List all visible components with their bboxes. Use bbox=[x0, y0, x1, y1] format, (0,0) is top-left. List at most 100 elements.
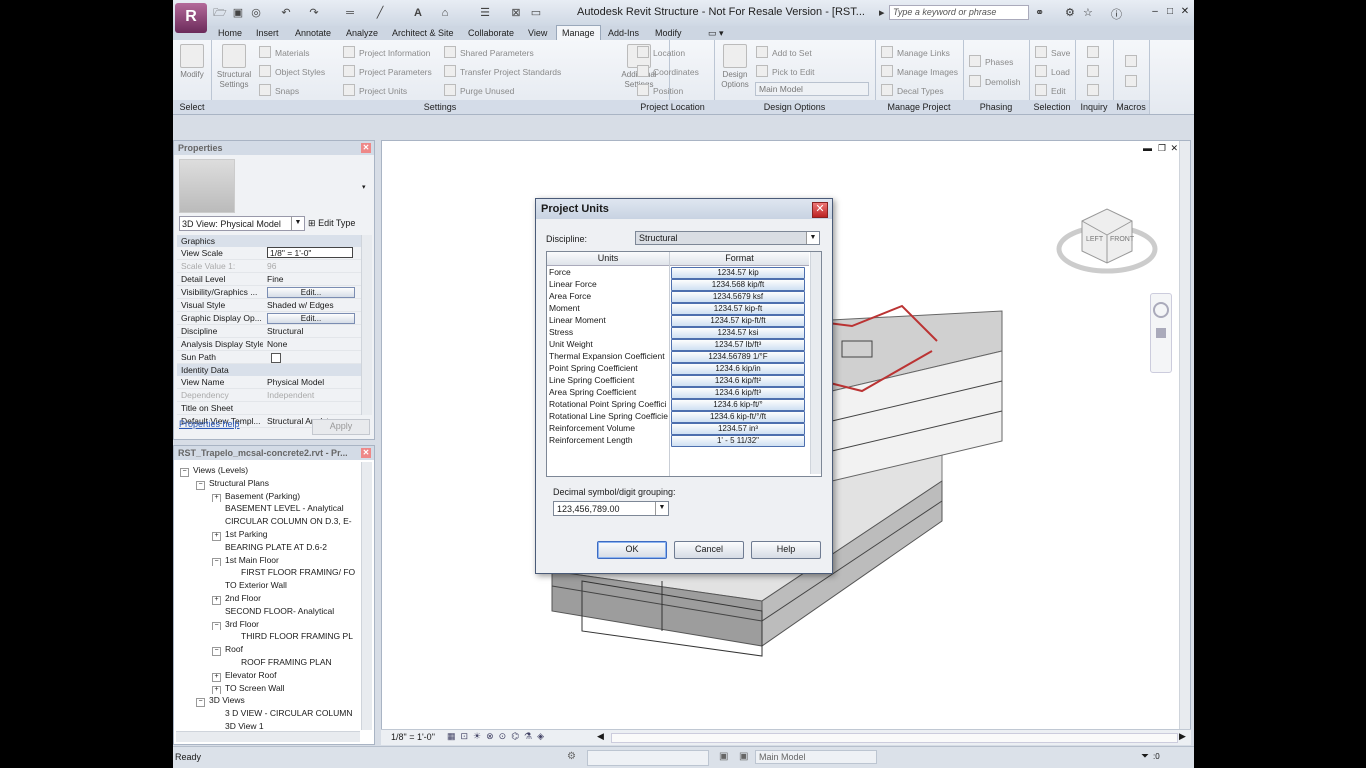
design-options-status-icon[interactable]: ▣ bbox=[719, 751, 728, 762]
property-group-header[interactable]: Graphics bbox=[177, 235, 361, 247]
scroll-left-icon[interactable]: ◀ bbox=[597, 731, 604, 742]
add-to-set-button[interactable]: Add to Set bbox=[756, 46, 812, 58]
selection-load-button[interactable]: Load bbox=[1035, 65, 1070, 77]
modify-button[interactable]: Modify bbox=[177, 44, 207, 80]
ribbon-minimize-icon[interactable]: ▭ ▾ bbox=[703, 26, 729, 40]
view-vscrollbar[interactable] bbox=[1179, 141, 1190, 731]
tab-annotate[interactable]: Annotate bbox=[290, 26, 336, 40]
phases-button[interactable]: Phases bbox=[969, 55, 1013, 67]
tree-item[interactable]: −1st Main Floor bbox=[176, 554, 362, 567]
view-controls-icons[interactable]: ▦⊡☀⊗⊙⌬⚗◈ bbox=[447, 731, 549, 742]
manage-links-button[interactable]: Manage Links bbox=[881, 46, 950, 58]
collapse-icon[interactable]: − bbox=[212, 621, 221, 631]
ids-of-selection-button[interactable] bbox=[1087, 46, 1103, 58]
close-window-button[interactable]: ✕ bbox=[1178, 5, 1192, 19]
property-edit-button[interactable]: Edit... bbox=[267, 287, 355, 298]
properties-help-link[interactable]: Properties help bbox=[179, 419, 240, 429]
tree-item[interactable]: − Structural Plans bbox=[176, 477, 362, 490]
tree-item[interactable]: SECOND FLOOR- Analytical bbox=[176, 605, 362, 618]
save-icon[interactable]: ▣ bbox=[231, 6, 245, 20]
close-icon[interactable]: ✕ bbox=[361, 143, 371, 153]
tree-item[interactable]: + Elevator Roof bbox=[176, 669, 362, 682]
pick-to-edit-button[interactable]: Pick to Edit bbox=[756, 65, 815, 77]
property-checkbox[interactable] bbox=[271, 353, 281, 363]
property-value[interactable]: Fine bbox=[267, 273, 355, 285]
decal-types-button[interactable]: Decal Types bbox=[881, 84, 944, 96]
tree-item[interactable]: TO Exterior Wall bbox=[176, 579, 362, 592]
position-button[interactable]: Position bbox=[637, 84, 683, 96]
shared-parameters-button[interactable]: Shared Parameters bbox=[444, 46, 534, 58]
project-parameters-button[interactable]: Project Parameters bbox=[343, 65, 432, 77]
tree-item[interactable]: −3D Views bbox=[176, 694, 362, 708]
expand-icon[interactable]: + bbox=[212, 595, 221, 605]
tree-item[interactable]: CIRCULAR COLUMN ON D.3, E- bbox=[176, 515, 362, 528]
property-value[interactable]: Structural bbox=[267, 325, 355, 337]
selection-edit-button[interactable]: Edit bbox=[1035, 84, 1066, 96]
zoom-icon[interactable] bbox=[1156, 328, 1166, 338]
close-icon[interactable]: ✕ bbox=[361, 448, 371, 458]
open-icon[interactable]: 🗁 bbox=[213, 6, 227, 20]
collapse-icon[interactable]: − bbox=[212, 557, 221, 567]
ok-button[interactable]: OK bbox=[597, 541, 667, 559]
undo-icon[interactable]: ↶ bbox=[279, 6, 293, 20]
manage-images-button[interactable]: Manage Images bbox=[881, 65, 958, 77]
application-menu-button[interactable]: R bbox=[175, 3, 207, 33]
tab-modify[interactable]: Modify bbox=[650, 26, 687, 40]
macro-manager-button[interactable] bbox=[1125, 55, 1141, 67]
selection-save-button[interactable]: Save bbox=[1035, 46, 1070, 58]
expand-arrow-icon[interactable]: ▸ bbox=[879, 6, 885, 19]
project-information-button[interactable]: Project Information bbox=[343, 46, 430, 58]
collapse-icon[interactable]: − bbox=[180, 468, 189, 477]
expand-icon[interactable]: + bbox=[212, 493, 221, 503]
snaps-button[interactable]: Snaps bbox=[259, 84, 299, 96]
browser-hscrollbar[interactable] bbox=[176, 731, 360, 742]
tree-item[interactable]: +1st Parking bbox=[176, 528, 362, 541]
tree-item[interactable]: − Views (Levels) bbox=[176, 464, 362, 477]
design-option-dropdown[interactable]: Main Model bbox=[755, 82, 869, 96]
materials-button[interactable]: Materials bbox=[259, 46, 309, 58]
filter-icon[interactable]: ⏷ bbox=[1141, 751, 1149, 762]
purge-unused-button[interactable]: Purge Unused bbox=[444, 84, 514, 96]
help-icon[interactable]: ⓘ bbox=[1111, 6, 1122, 22]
viewcube-front-face[interactable]: FRONT bbox=[1110, 236, 1135, 243]
warnings-button[interactable] bbox=[1087, 84, 1103, 96]
property-value[interactable]: 96 bbox=[267, 260, 355, 272]
view-restore-icon[interactable]: ❐ bbox=[1158, 143, 1166, 154]
tab-add-ins[interactable]: Add-Ins bbox=[603, 26, 644, 40]
expand-icon[interactable]: + bbox=[212, 672, 221, 682]
collapse-icon[interactable]: − bbox=[212, 647, 221, 656]
dialog-close-button[interactable]: ✕ bbox=[812, 202, 828, 218]
decimal-grouping-dropdown[interactable]: 123,456,789.00 ▼ bbox=[553, 501, 669, 516]
coordinates-button[interactable]: Coordinates bbox=[637, 65, 699, 77]
tree-item[interactable]: BASEMENT LEVEL - Analytical bbox=[176, 502, 362, 515]
tree-item[interactable]: ROOF FRAMING PLAN bbox=[176, 656, 362, 669]
browser-scrollbar[interactable] bbox=[361, 462, 372, 730]
close-hidden-icon[interactable]: ⊠ bbox=[509, 6, 523, 20]
chevron-down-icon[interactable]: ▾ bbox=[362, 183, 366, 191]
select-by-id-button[interactable] bbox=[1087, 65, 1103, 77]
viewcube-left-face[interactable]: LEFT bbox=[1086, 236, 1104, 243]
property-value[interactable]: Shaded w/ Edges bbox=[267, 299, 355, 311]
maximize-button[interactable]: □ bbox=[1163, 5, 1177, 19]
text-icon[interactable]: A bbox=[411, 6, 425, 20]
tab-architect-site[interactable]: Architect & Site bbox=[387, 26, 459, 40]
object-styles-button[interactable]: Object Styles bbox=[259, 65, 325, 77]
3d-view-icon[interactable]: ⌂ bbox=[438, 6, 452, 20]
collapse-icon[interactable]: − bbox=[196, 698, 205, 708]
units-scrollbar[interactable] bbox=[810, 252, 821, 474]
favorites-star-icon[interactable]: ☆ bbox=[1083, 6, 1093, 19]
scroll-right-icon[interactable]: ▶ bbox=[1179, 731, 1186, 742]
sync-icon[interactable]: ◎ bbox=[249, 6, 263, 20]
switch-windows-icon[interactable]: ▭ bbox=[529, 6, 543, 20]
tree-item[interactable]: −3rd Floor bbox=[176, 618, 362, 631]
expand-icon[interactable]: + bbox=[212, 685, 221, 695]
property-value[interactable]: Independent bbox=[267, 389, 355, 401]
demolish-button[interactable]: Demolish bbox=[969, 75, 1020, 87]
tab-view[interactable]: View bbox=[523, 26, 552, 40]
keyword-search-input[interactable]: Type a keyword or phrase bbox=[889, 5, 1029, 20]
minimize-button[interactable]: – bbox=[1148, 5, 1162, 19]
view-hscrollbar[interactable] bbox=[611, 733, 1178, 743]
tree-item[interactable]: + TO Screen Wall bbox=[176, 682, 362, 695]
dimension-icon[interactable]: ╱ bbox=[373, 6, 387, 20]
location-button[interactable]: Location bbox=[637, 46, 685, 58]
